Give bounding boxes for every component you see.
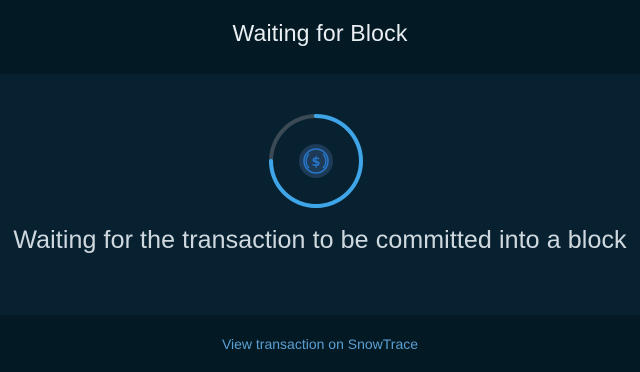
dialog-body: $ Waiting for the transaction to be comm… xyxy=(0,74,640,315)
view-transaction-link[interactable]: View transaction on SnowTrace xyxy=(222,336,418,352)
dialog-title: Waiting for Block xyxy=(232,19,408,46)
svg-text:$: $ xyxy=(311,155,320,170)
dialog-header: Waiting for Block xyxy=(0,0,640,74)
dialog-footer: View transaction on SnowTrace xyxy=(0,315,640,372)
waiting-for-block-dialog: Waiting for Block $ Waiting for the tran… xyxy=(0,0,640,372)
loading-spinner: $ xyxy=(268,113,364,209)
status-message: Waiting for the transaction to be commit… xyxy=(13,226,627,254)
usdc-coin-icon: $ xyxy=(299,144,333,178)
